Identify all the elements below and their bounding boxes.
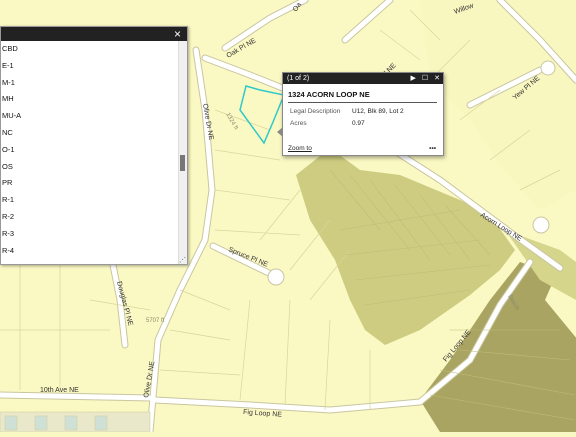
close-icon[interactable]: ✕ bbox=[434, 73, 440, 84]
legend-item: CBD bbox=[2, 44, 18, 53]
field-label: Legal Description bbox=[290, 108, 341, 115]
label-contour: 5707 ft bbox=[146, 318, 165, 324]
culdesac-spruce bbox=[267, 268, 285, 286]
legend-item: MH bbox=[2, 94, 14, 104]
popup-field-row: Legal Description U12, Blk 89, Lot 2 bbox=[290, 108, 443, 115]
bottom-lots bbox=[0, 411, 151, 433]
legend-item: PR bbox=[2, 178, 13, 188]
legend-item: OS bbox=[2, 161, 13, 171]
legend-item: NC bbox=[2, 127, 13, 137]
popup-pager: (1 of 2) bbox=[287, 75, 310, 82]
legend-item: R-3 bbox=[2, 228, 15, 238]
legend-item: E-1 bbox=[2, 60, 14, 70]
legend-item: MU-A bbox=[2, 111, 22, 121]
field-value: 0.97 bbox=[352, 120, 365, 127]
legend-item: R-4 bbox=[2, 245, 15, 255]
more-options-icon[interactable]: ••• bbox=[429, 145, 436, 152]
legend-scrollbar[interactable] bbox=[178, 41, 187, 264]
legend-header: × bbox=[1, 27, 187, 41]
popup-header: (1 of 2) ▶ ☐ ✕ bbox=[283, 73, 443, 84]
maximize-icon[interactable]: ☐ bbox=[422, 73, 428, 84]
legend-item: R-5 bbox=[1, 259, 179, 264]
legend-item: R-1 bbox=[2, 195, 15, 205]
popup-pointer bbox=[277, 127, 283, 137]
field-label: Acres bbox=[290, 120, 307, 127]
legend-scroll-thumb[interactable] bbox=[180, 155, 185, 171]
legend-item: M-1 bbox=[2, 77, 15, 87]
culdesac-yew bbox=[540, 60, 556, 76]
field-value: U12, Blk 89, Lot 2 bbox=[352, 108, 404, 115]
zoom-to-link[interactable]: Zoom to bbox=[288, 145, 312, 152]
culdesac-east bbox=[532, 216, 550, 234]
next-feature-icon[interactable]: ▶ bbox=[410, 73, 415, 84]
zoning-legend-panel[interactable]: × CBD E-1 M-1 MH MU-A NC O-1 OS PR R-1 R-2 R-3 R-4 R-… bbox=[0, 26, 188, 265]
resize-handle-icon[interactable]: ⋰ bbox=[179, 256, 186, 264]
legend-item: R-2 bbox=[2, 211, 15, 221]
popup-field-row: Acres 0.97 bbox=[290, 120, 443, 127]
parcel-popup[interactable]: (1 of 2) ▶ ☐ ✕ 1324 ACORN LOOP NE Legal … bbox=[277, 72, 444, 156]
legend-list[interactable]: CBDE-1M-1MHMU-ANCO-1OSPRR-1R-2R-3R-4R-5R… bbox=[1, 41, 179, 264]
popup-footer: Zoom to ••• bbox=[288, 145, 436, 152]
label-10th-ave: 10th Ave NE bbox=[40, 387, 79, 394]
legend-close-button[interactable]: × bbox=[174, 27, 181, 41]
popup-title: 1324 ACORN LOOP NE bbox=[288, 90, 437, 103]
legend-item: O-1 bbox=[2, 144, 15, 154]
